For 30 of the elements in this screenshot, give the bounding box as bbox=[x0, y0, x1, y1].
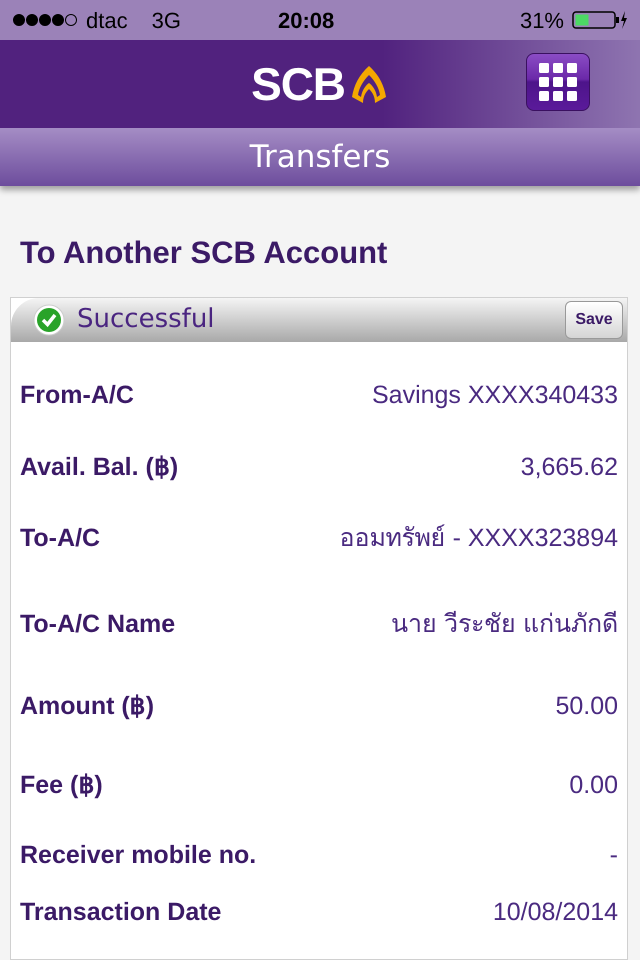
grid-icon bbox=[539, 63, 577, 101]
menu-grid-button[interactable] bbox=[526, 53, 590, 111]
logo-text: SCB bbox=[251, 56, 345, 112]
detail-label: Avail. Bal. (฿) bbox=[20, 452, 178, 483]
screen-title: Transfers bbox=[250, 138, 390, 177]
detail-label: To-A/C bbox=[20, 522, 100, 554]
success-check-icon bbox=[33, 304, 65, 336]
page-title: To Another SCB Account bbox=[20, 235, 388, 270]
detail-value: 3,665.62 bbox=[520, 452, 618, 483]
detail-label: Transaction Date bbox=[20, 896, 222, 928]
detail-label: Fee (฿) bbox=[20, 770, 103, 801]
network-type: 3G bbox=[152, 6, 181, 34]
detail-value: 50.00 bbox=[555, 690, 618, 722]
detail-value: ออมทรัพย์ - XXXX323894 bbox=[340, 522, 618, 554]
detail-value: 0.00 bbox=[569, 770, 618, 801]
detail-value: 10/08/2014 bbox=[492, 896, 618, 928]
detail-label: Receiver mobile no. bbox=[20, 840, 256, 871]
battery-charging-icon bbox=[572, 10, 628, 30]
status-text: Successful bbox=[77, 303, 215, 336]
detail-value: นาย วีระชัย แก่นภักดี bbox=[391, 608, 618, 640]
clock-time: 20:08 bbox=[278, 6, 334, 34]
carrier-name: dtac bbox=[86, 6, 128, 34]
save-button[interactable]: Save bbox=[565, 300, 623, 338]
signal-icon bbox=[12, 13, 78, 27]
detail-label: From-A/C bbox=[20, 380, 134, 411]
detail-label: To-A/C Name bbox=[20, 608, 176, 640]
detail-value: - bbox=[610, 840, 618, 871]
battery-percentage: 31% bbox=[520, 6, 564, 34]
detail-label: Amount (฿) bbox=[20, 690, 154, 722]
detail-value: Savings XXXX340433 bbox=[372, 380, 618, 411]
